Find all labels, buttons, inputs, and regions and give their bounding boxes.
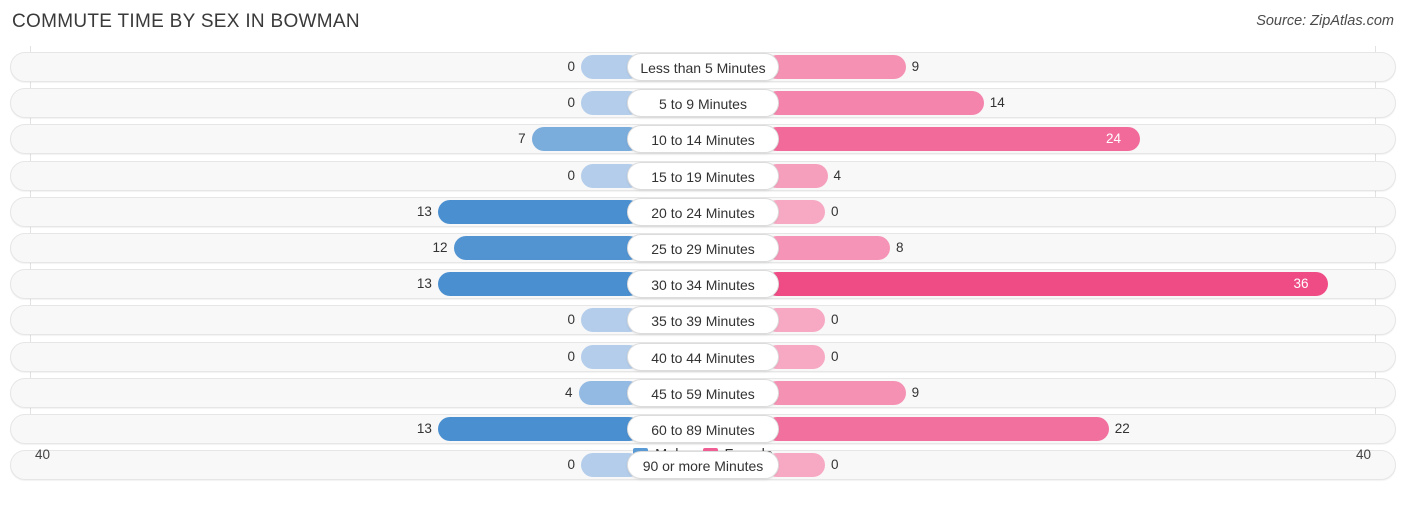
chart-plot-area: 0 9 Less than 5 Minutes 0 14 5 to 9 Minutes 7 2… — [0, 46, 1406, 483]
bar-value-female: 0 — [831, 312, 839, 328]
category-label-pill: 5 to 9 Minutes — [627, 89, 779, 118]
bar-female — [765, 380, 906, 405]
bar-male — [531, 127, 641, 152]
category-label-pill: 10 to 14 Minutes — [627, 125, 779, 154]
category-label-pill: 20 to 24 Minutes — [627, 197, 779, 226]
bar-female — [765, 272, 1328, 297]
bar-value-female: 22 — [1114, 421, 1130, 436]
bar-value-female: 4 — [833, 167, 842, 183]
bar-value-female: 9 — [911, 59, 920, 74]
category-label-pill: 40 to 44 Minutes — [627, 342, 779, 371]
category-label-pill: 15 to 19 Minutes — [627, 161, 779, 190]
bar-value-male: 7 — [518, 131, 526, 147]
category-label-pill: 45 to 59 Minutes — [627, 378, 779, 407]
page-title: COMMUTE TIME BY SEX IN BOWMAN — [12, 11, 360, 32]
bar-value-male: 13 — [416, 421, 432, 436]
bar-value-female: 14 — [989, 95, 1005, 111]
bar-value-male: 12 — [432, 240, 448, 255]
category-label-pill: 25 to 29 Minutes — [627, 234, 779, 262]
category-label-pill: 30 to 34 Minutes — [627, 270, 779, 299]
chart-header: COMMUTE TIME BY SEX IN BOWMAN Source: Zi… — [0, 0, 1406, 46]
bar-female — [765, 91, 984, 116]
bar-value-female: 0 — [831, 203, 839, 219]
bar-value-female: 9 — [911, 384, 920, 400]
bar-value-male: 0 — [567, 59, 575, 74]
bar-male — [437, 272, 641, 297]
category-label-pill: 60 to 89 Minutes — [627, 415, 779, 443]
bar-value-male: 0 — [567, 95, 575, 111]
category-label-pill: 90 or more Minutes — [627, 451, 779, 480]
bar-female — [765, 55, 906, 79]
bar-value-male: 0 — [567, 348, 575, 364]
category-label-pill: 35 to 39 Minutes — [627, 306, 779, 335]
bar-value-female: 24 — [1106, 131, 1122, 147]
bar-value-male: 0 — [567, 312, 575, 328]
bar-female — [765, 417, 1109, 441]
bar-value-female: 36 — [1293, 276, 1309, 292]
bar-value-male: 13 — [416, 276, 432, 292]
bar-male — [437, 199, 641, 224]
category-label-pill: Less than 5 Minutes — [627, 53, 779, 81]
bar-value-female: 8 — [896, 240, 904, 255]
bar-value-female: 0 — [831, 348, 839, 364]
bar-male — [453, 236, 641, 260]
source-attribution: Source: ZipAtlas.com — [1256, 13, 1394, 29]
bar-female — [765, 236, 890, 260]
bar-value-male: 0 — [567, 167, 575, 183]
bar-male — [437, 417, 641, 441]
bar-value-male: 4 — [564, 384, 573, 400]
bar-value-male: 13 — [416, 203, 432, 219]
bar-female — [765, 127, 1140, 152]
